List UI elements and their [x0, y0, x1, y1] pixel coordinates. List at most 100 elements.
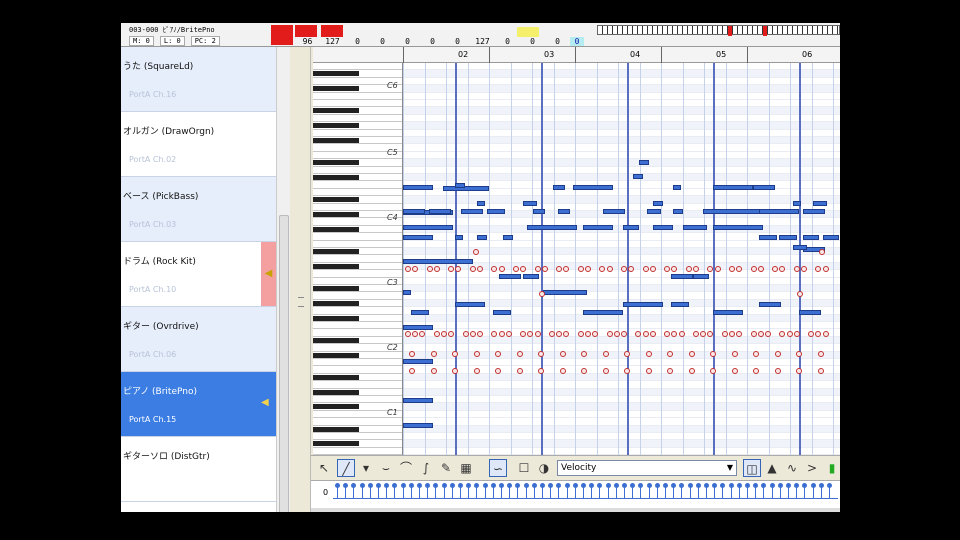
note-grid[interactable] [403, 63, 840, 455]
midi-note[interactable] [429, 209, 451, 214]
velocity-handle[interactable] [441, 483, 447, 488]
midi-note[interactable] [623, 225, 639, 230]
drum-hit[interactable] [538, 368, 544, 374]
midi-note[interactable] [799, 310, 821, 315]
drum-hit[interactable] [685, 266, 692, 272]
drum-hit[interactable] [786, 331, 793, 337]
velocity-handle[interactable] [786, 483, 791, 488]
drum-hit[interactable] [513, 266, 519, 272]
curve-tool-icon[interactable]: ⌣ [377, 459, 395, 477]
drum-hit[interactable] [539, 291, 545, 297]
piano-key-black[interactable] [313, 389, 359, 395]
velocity-handle[interactable] [384, 483, 390, 488]
midi-note[interactable] [403, 398, 433, 403]
param-m[interactable]: M: 0 [129, 36, 154, 46]
drum-hit[interactable] [409, 368, 415, 374]
piano-key-white[interactable] [313, 204, 402, 211]
drum-hit[interactable] [606, 331, 613, 337]
horizontal-scrollbar[interactable] [311, 508, 840, 512]
piano-key-black[interactable] [313, 123, 359, 129]
drum-hit[interactable] [495, 351, 501, 357]
midi-note[interactable] [443, 186, 489, 191]
param-l[interactable]: L: 0 [159, 36, 185, 46]
piano-keyboard[interactable]: C6 C5 C4 C3 C2 C1 [313, 63, 403, 455]
velocity-handle[interactable] [351, 483, 357, 488]
drum-hit[interactable] [817, 368, 824, 374]
velocity-lane[interactable]: 0 [311, 480, 840, 508]
piano-key-black[interactable] [313, 226, 359, 232]
midi-note[interactable] [403, 359, 433, 364]
track-item[interactable]: オルガン (DrawOrgn) PortA Ch.02 [121, 112, 276, 177]
drum-hit[interactable] [516, 351, 523, 357]
drum-hit[interactable] [473, 351, 480, 357]
drum-hit[interactable] [426, 266, 433, 272]
piano-key-white[interactable] [313, 130, 402, 137]
piano-key-white[interactable] [313, 359, 402, 367]
velocity-handle[interactable] [728, 483, 734, 488]
midi-note[interactable] [759, 209, 799, 214]
drum-hit[interactable] [645, 368, 652, 374]
piano-key-black[interactable] [313, 71, 359, 77]
track-item[interactable]: うた (SquareLd) PortA Ch.16 [121, 47, 276, 112]
velocity-handle[interactable] [622, 483, 627, 488]
param-pc[interactable]: PC: 2 [190, 36, 220, 46]
piano-key-black[interactable] [313, 175, 359, 180]
arc-tool-icon[interactable]: ⌒ [397, 459, 415, 477]
velocity-handle[interactable] [556, 483, 562, 488]
midi-note[interactable] [527, 225, 577, 230]
drum-hit[interactable] [477, 266, 483, 272]
velocity-handle[interactable] [761, 483, 767, 488]
velocity-handle[interactable] [531, 483, 537, 488]
piano-key-black[interactable] [313, 286, 359, 291]
midi-note[interactable] [523, 201, 537, 206]
midi-note[interactable] [487, 209, 505, 214]
brush-tool-icon[interactable]: ✎ [437, 459, 455, 477]
drum-hit[interactable] [433, 331, 440, 337]
midi-note[interactable] [455, 302, 485, 307]
velocity-handle[interactable] [449, 483, 455, 488]
piano-key-black[interactable] [313, 86, 359, 92]
speaker-icon[interactable]: ◀ [261, 242, 276, 306]
splitter[interactable] [291, 47, 311, 512]
drum-hit[interactable] [495, 368, 501, 374]
drum-hit[interactable] [469, 331, 476, 337]
drum-hit[interactable] [621, 266, 627, 272]
track-scrollbar[interactable] [276, 47, 290, 512]
piano-key-white[interactable] [313, 181, 402, 189]
midi-note[interactable] [759, 235, 777, 240]
midi-note[interactable] [647, 209, 661, 214]
piano-key-black[interactable] [313, 263, 359, 269]
piano-key-black[interactable] [313, 212, 359, 217]
midi-note[interactable] [533, 209, 545, 214]
drum-hit[interactable] [757, 331, 764, 337]
midi-note[interactable] [803, 209, 825, 214]
drum-hit[interactable] [549, 331, 555, 337]
velocity-handle[interactable] [654, 483, 660, 488]
midi-note[interactable] [653, 201, 663, 206]
midi-note[interactable] [603, 209, 625, 214]
velocity-handle[interactable] [753, 483, 759, 488]
freehand-tool-icon[interactable]: ∫ [417, 459, 435, 477]
velocity-handle[interactable] [736, 483, 742, 488]
drum-hit[interactable] [462, 331, 469, 337]
velocity-handle[interactable] [376, 483, 381, 488]
drum-hit[interactable] [452, 368, 458, 374]
drum-hit[interactable] [822, 266, 829, 272]
drum-hit[interactable] [688, 351, 695, 357]
piano-key-black[interactable] [313, 160, 359, 166]
midi-note[interactable] [823, 235, 839, 240]
drum-hit[interactable] [577, 331, 584, 337]
velocity-handle[interactable] [630, 483, 636, 488]
chevron-down-icon[interactable]: ▾ [357, 459, 375, 477]
velocity-handle[interactable] [827, 483, 832, 488]
drum-hit[interactable] [559, 368, 566, 374]
midi-note[interactable] [753, 185, 775, 190]
midi-note[interactable] [503, 235, 513, 240]
velocity-handle[interactable] [474, 483, 480, 488]
midi-note[interactable] [403, 209, 425, 214]
velocity-handle[interactable] [671, 483, 677, 488]
globe-icon[interactable]: ◑ [535, 459, 553, 477]
piano-key-white[interactable] [313, 307, 402, 315]
drum-hit[interactable] [477, 331, 483, 337]
midi-note[interactable] [633, 174, 643, 179]
